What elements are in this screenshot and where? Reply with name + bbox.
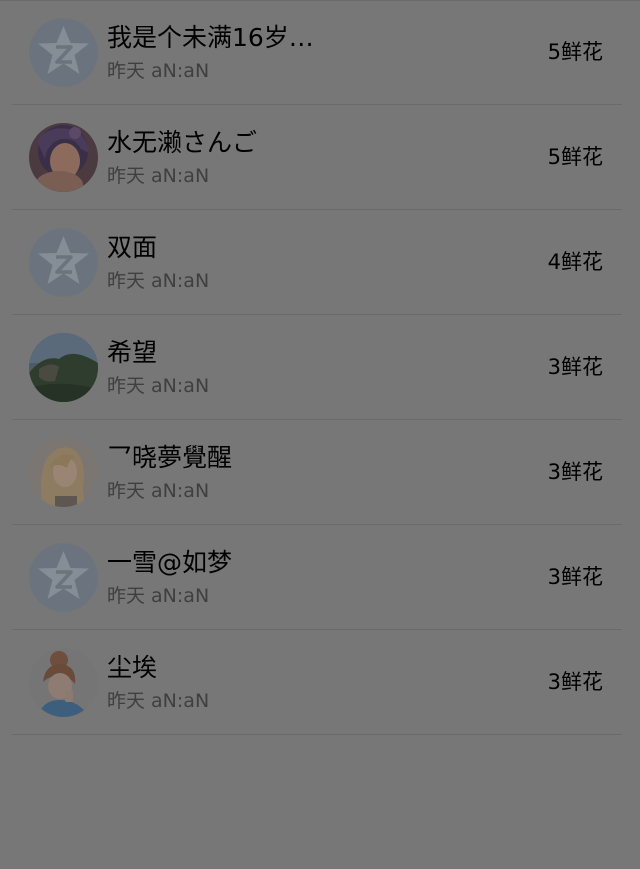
user-name: 一雪@如梦	[107, 548, 233, 577]
flower-count: 3鲜花	[547, 460, 603, 484]
qzone-default-star-icon	[29, 543, 98, 612]
user-name: 尘埃	[107, 653, 158, 682]
user-name: 希望	[107, 338, 158, 367]
avatar	[29, 123, 98, 192]
user-name: 水无濑さんご	[107, 128, 258, 157]
user-name: 乛晓夢覺醒	[107, 443, 233, 472]
user-name: 双面	[107, 233, 158, 262]
timestamp: 昨天 aN:aN	[107, 270, 210, 292]
list-item[interactable]: 双面 昨天 aN:aN 4鲜花	[0, 210, 640, 315]
list-item[interactable]: 一雪@如梦 昨天 aN:aN 3鲜花	[0, 525, 640, 630]
avatar	[29, 333, 98, 402]
flower-count: 4鲜花	[547, 250, 603, 274]
timestamp: 昨天 aN:aN	[107, 60, 210, 82]
flower-count: 3鲜花	[547, 565, 603, 589]
list-item[interactable]: 希望 昨天 aN:aN 3鲜花	[0, 315, 640, 420]
qzone-default-star-icon	[29, 18, 98, 87]
user-name: 我是个未满16岁…	[107, 23, 314, 52]
avatar	[29, 438, 98, 507]
flower-count: 5鲜花	[547, 40, 603, 64]
avatar	[29, 648, 98, 717]
timestamp: 昨天 aN:aN	[107, 480, 210, 502]
qzone-default-star-icon	[29, 228, 98, 297]
list-item[interactable]: 水无濑さんご 昨天 aN:aN 5鲜花	[0, 105, 640, 210]
timestamp: 昨天 aN:aN	[107, 375, 210, 397]
flower-count: 3鲜花	[547, 670, 603, 694]
list-item[interactable]: 尘埃 昨天 aN:aN 3鲜花	[0, 630, 640, 735]
list-item[interactable]: 乛晓夢覺醒 昨天 aN:aN 3鲜花	[0, 420, 640, 525]
timestamp: 昨天 aN:aN	[107, 585, 210, 607]
flower-count: 5鲜花	[547, 145, 603, 169]
flower-count: 3鲜花	[547, 355, 603, 379]
timestamp: 昨天 aN:aN	[107, 165, 210, 187]
flower-rank-list: 我是个未满16岁… 昨天 aN:aN 5鲜花 水无濑さんご 昨天 aN:aN 5…	[0, 0, 640, 735]
timestamp: 昨天 aN:aN	[107, 690, 210, 712]
list-item[interactable]: 我是个未满16岁… 昨天 aN:aN 5鲜花	[0, 0, 640, 105]
